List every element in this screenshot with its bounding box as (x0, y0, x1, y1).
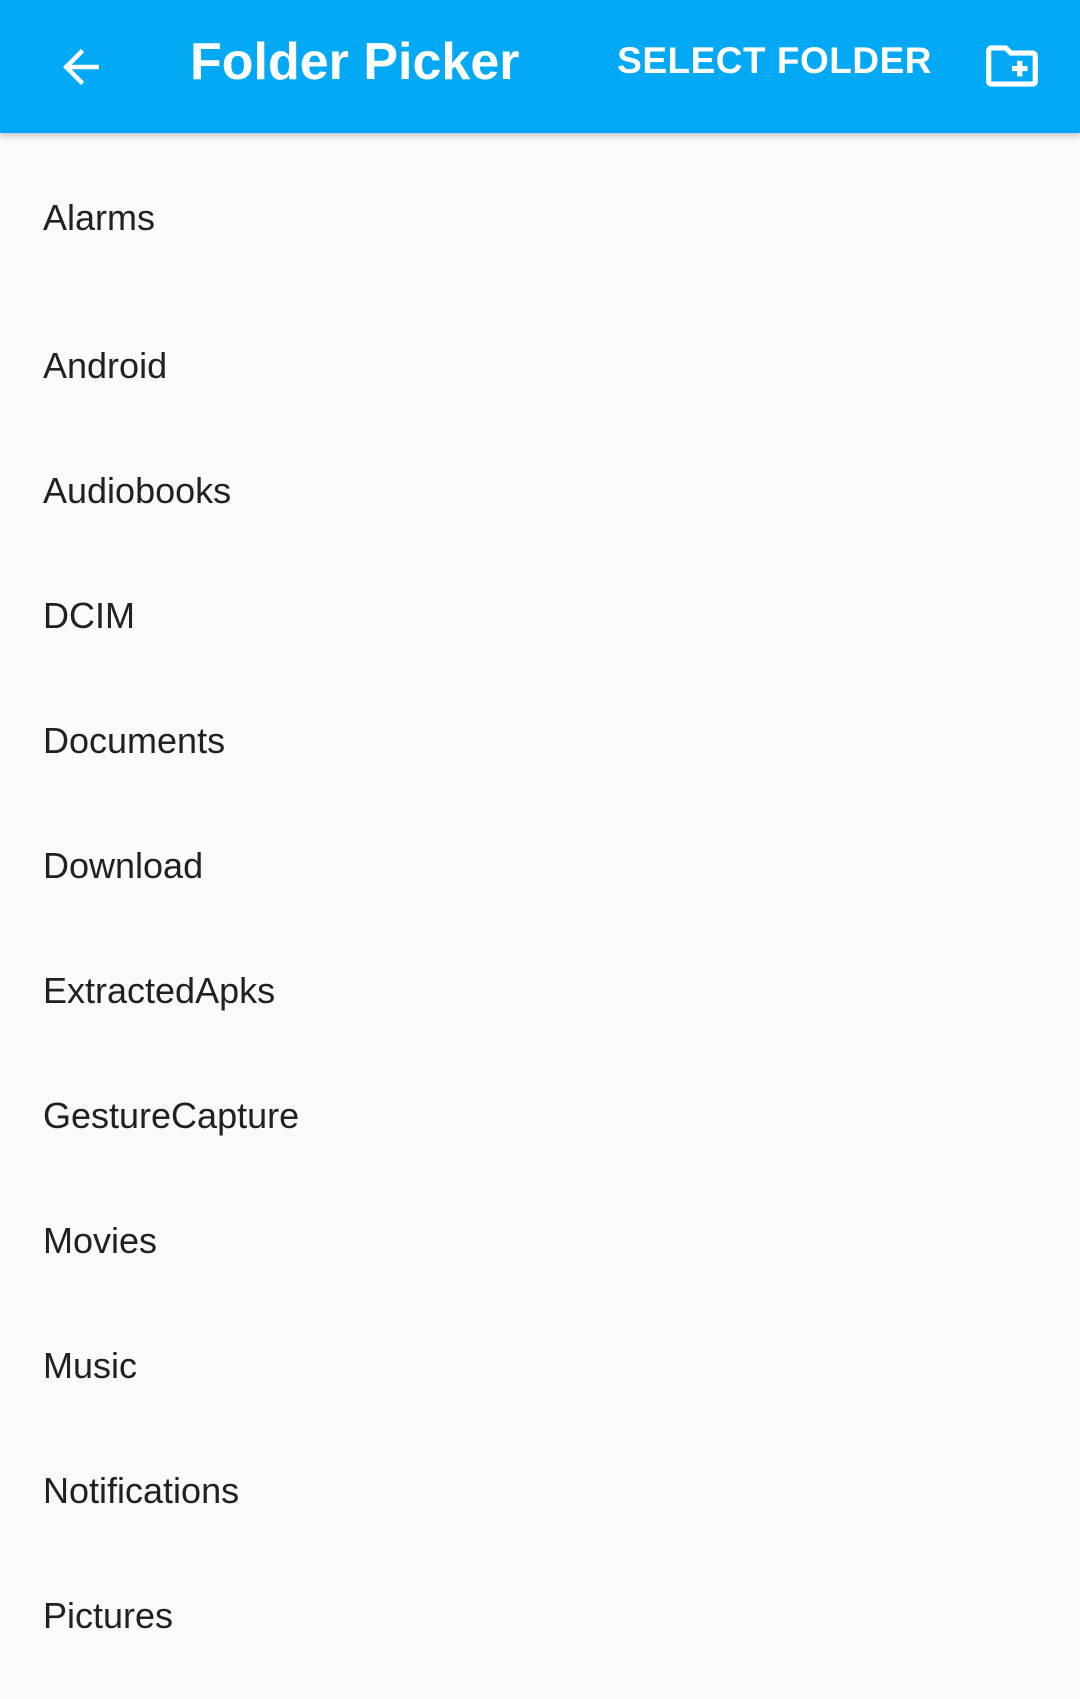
folder-list-item[interactable]: Audiobooks (0, 428, 1080, 553)
arrow-left-icon (63, 49, 99, 85)
folder-name: Music (43, 1344, 138, 1386)
folder-list-item[interactable]: GestureCapture (0, 1053, 1080, 1178)
new-folder-button[interactable] (964, 18, 1060, 114)
folder-name: GestureCapture (43, 1094, 300, 1136)
app-bar: Folder Picker SELECT FOLDER (0, 0, 1080, 133)
folder-name: Android (43, 344, 168, 386)
folder-list-item[interactable]: Notifications (0, 1428, 1080, 1553)
folder-list-item[interactable]: Android (0, 303, 1080, 428)
folder-list-item[interactable]: Documents (0, 678, 1080, 803)
back-button[interactable] (36, 22, 126, 112)
folder-name: Alarms (43, 197, 156, 238)
folder-name: Download (43, 844, 204, 886)
folder-list-item[interactable]: Alarms (0, 133, 1080, 303)
folder-list-item[interactable]: Download (0, 803, 1080, 928)
page-title: Folder Picker (190, 33, 520, 91)
folder-list-item[interactable]: Music (0, 1303, 1080, 1428)
folder-name: ExtractedApks (43, 969, 276, 1011)
create-new-folder-icon (986, 45, 1038, 87)
select-folder-button[interactable]: SELECT FOLDER (617, 0, 932, 122)
folder-name: DCIM (43, 594, 135, 636)
folder-name: Documents (43, 719, 226, 761)
folder-list: Alarms Android Audiobooks DCIM Documents Down… (0, 133, 1080, 1678)
folder-name: Notifications (43, 1469, 240, 1511)
folder-list-item[interactable]: ExtractedApks (0, 928, 1080, 1053)
folder-list-item[interactable]: Pictures (0, 1553, 1080, 1678)
folder-name: Movies (43, 1219, 158, 1261)
folder-list-item[interactable]: Movies (0, 1178, 1080, 1303)
folder-name: Audiobooks (43, 469, 232, 511)
folder-name: Pictures (43, 1594, 174, 1636)
folder-list-item[interactable]: DCIM (0, 553, 1080, 678)
